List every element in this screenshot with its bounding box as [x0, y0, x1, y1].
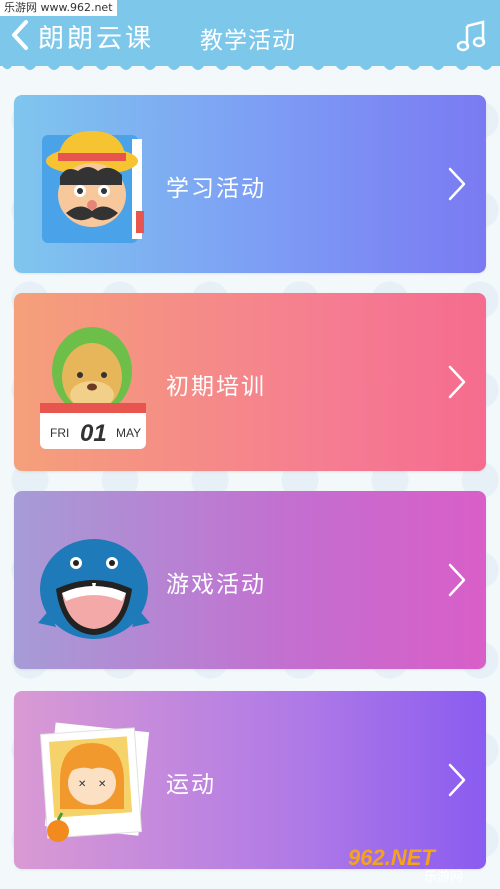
watermark-text: 乐游网 www.962.net: [0, 0, 117, 16]
svg-text:乐游网: 乐游网: [424, 870, 463, 883]
watermark-logo: 962.NET 乐游网: [348, 845, 463, 883]
calendar-day: 01: [80, 420, 107, 447]
calendar-day-name: FRI: [50, 426, 69, 440]
card-label: 运动: [166, 772, 216, 798]
header-wave: [0, 62, 500, 70]
calendar-dog-icon: FRI 01 MAY: [40, 327, 146, 449]
chevron-right-icon: [448, 763, 466, 797]
card-study-activity[interactable]: 学习活动: [14, 95, 486, 273]
card-label: 初期培训: [166, 374, 266, 400]
back-arrow-icon[interactable]: [8, 18, 34, 52]
chevron-right-icon: [448, 563, 466, 597]
svg-text:962.NET: 962.NET: [348, 845, 436, 870]
page-title: 教学活动: [200, 28, 296, 54]
chevron-right-icon: [448, 365, 466, 399]
card-initial-training[interactable]: FRI 01 MAY 初期培训: [14, 293, 486, 471]
boy-with-hat-book-icon: [42, 131, 144, 243]
svg-text:✕: ✕: [78, 779, 86, 790]
card-game-activity[interactable]: 游戏活动: [14, 491, 486, 669]
music-note-icon[interactable]: [455, 18, 489, 52]
chevron-right-icon: [448, 167, 466, 201]
girl-photo-icon: ✕ ✕: [39, 722, 150, 842]
calendar-month: MAY: [116, 426, 141, 440]
whale-icon: [38, 539, 150, 639]
card-label: 学习活动: [166, 176, 266, 202]
app-name: 朗朗云课: [38, 24, 155, 54]
svg-text:✕: ✕: [98, 779, 106, 790]
card-label: 游戏活动: [166, 572, 266, 598]
